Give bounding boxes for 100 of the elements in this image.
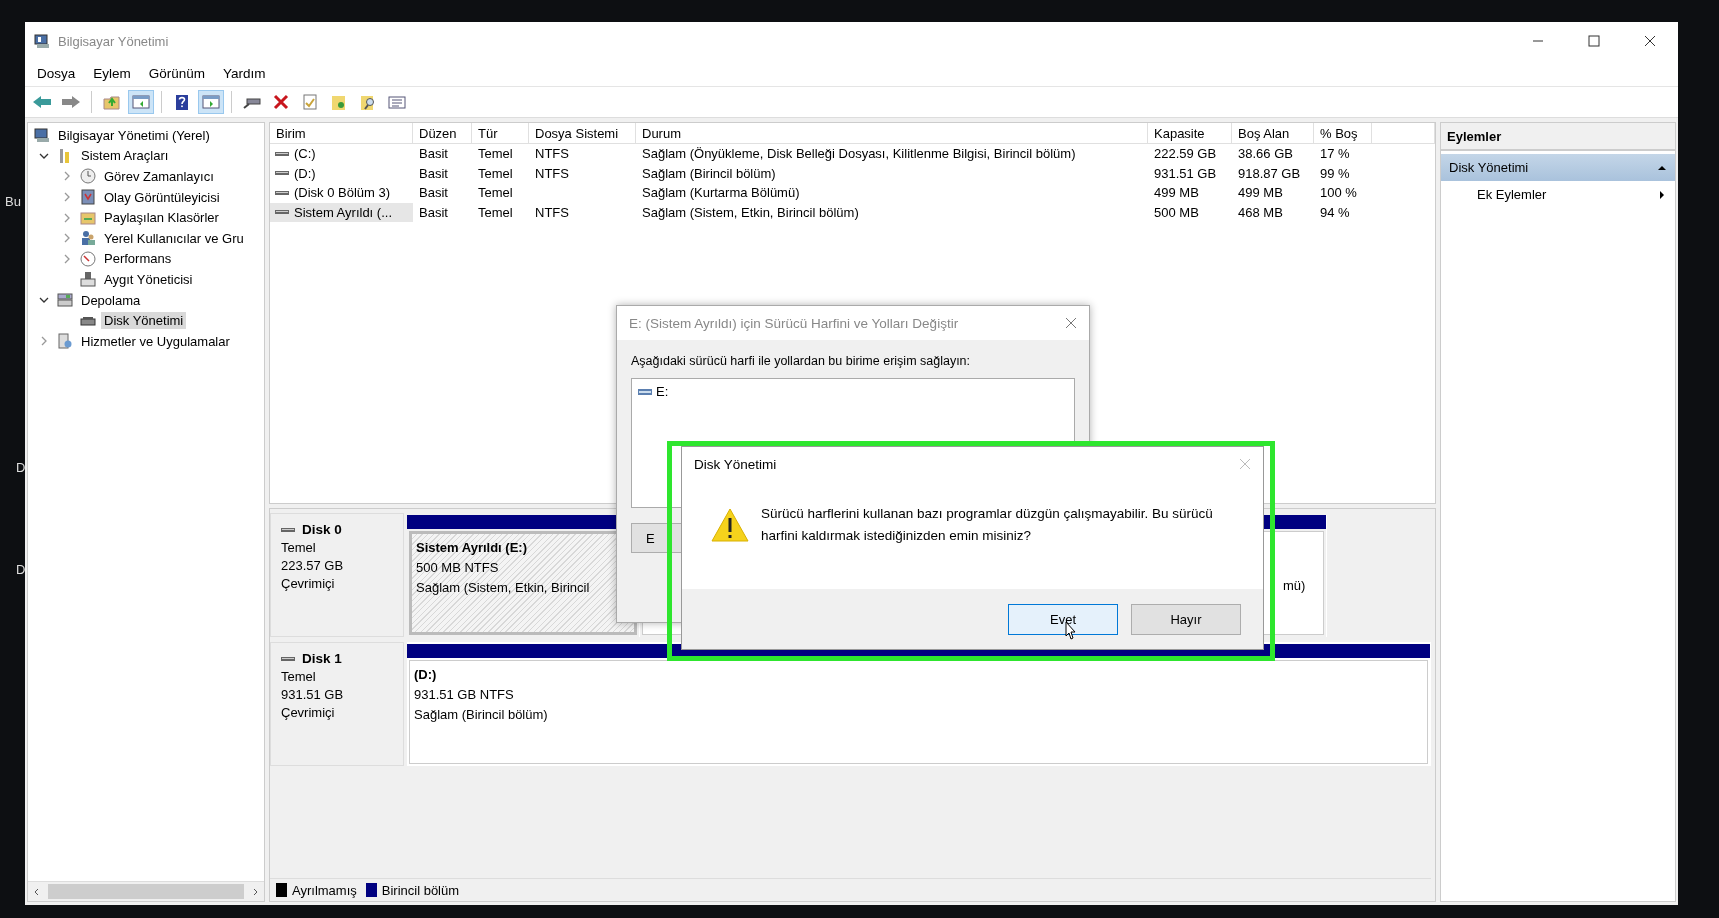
table-cell-text: Temel (477, 203, 514, 222)
tree-item[interactable]: Depolama (78, 291, 144, 309)
forward-arrow-icon (61, 94, 81, 110)
disk-name: Disk 1 (302, 651, 342, 666)
delete-icon (271, 94, 291, 110)
desktop-icon-label[interactable]: D (16, 562, 26, 577)
partition-name: (D:) (414, 667, 438, 684)
tree-item[interactable]: Aygıt Yöneticisi (101, 270, 196, 288)
table-cell-text: 931.51 GB (1153, 164, 1218, 183)
table-cell-text: Basit (418, 203, 449, 222)
disk-size: 931.51 GB (281, 687, 345, 702)
table-cell-text: 500 MB (1153, 203, 1200, 222)
table-cell-text: Basit (418, 184, 449, 202)
table-cell-text: Sağlam (Önyükleme, Disk Belleği Dosyası, Kilitlenme Bilgisi, Birincil bölüm) (641, 145, 1077, 163)
drive-icon (275, 170, 289, 177)
menu-item[interactable]: Dosya (28, 63, 85, 83)
disk-status: Çevrimiçi (281, 576, 336, 591)
shared-folder-icon (80, 209, 96, 226)
desktop-icon-label[interactable]: Bu (5, 194, 21, 209)
partition-block[interactable]: (D:) 931.51 GB NTFS Sağlam (Birincil bölüm) (409, 660, 1428, 764)
disk-type: Temel (281, 540, 317, 555)
dialog-title: Disk Yönetimi (694, 456, 777, 472)
empty-column-header (1372, 123, 1435, 144)
menu-item[interactable]: Yardım (214, 63, 275, 83)
checked-page-icon (300, 94, 320, 110)
tree-item[interactable]: Hizmetler ve Uygulamalar (78, 332, 233, 350)
table-cell-text: Temel (477, 145, 514, 163)
partition-size: 500 MB NTFS (416, 560, 500, 577)
tree-item[interactable]: Sistem Araçları (78, 147, 172, 165)
tree-item[interactable]: Görev Zamanlayıcı (101, 168, 217, 185)
desktop-icon-label[interactable]: D (16, 460, 26, 475)
table-cell-text: 38.66 GB (1237, 145, 1294, 163)
submenu-arrow-icon[interactable] (1657, 189, 1667, 200)
gauge-icon (80, 250, 96, 267)
drive-icon (275, 150, 289, 157)
folder-arrow-icon (102, 94, 122, 110)
computer-management-icon (34, 33, 50, 49)
table-cell-text: Basit (418, 145, 449, 163)
dialog-button[interactable]: Hayır (1131, 603, 1241, 635)
action-item[interactable]: Ek Eylemler (1441, 181, 1675, 208)
table-cell-text: 100 % (1319, 184, 1358, 202)
table-cell-text: Temel (477, 164, 514, 183)
drive-icon (638, 388, 652, 395)
window-title: Bilgisayar Yönetimi (58, 33, 169, 49)
table-cell-text: 222.59 GB (1153, 145, 1218, 163)
storage-icon (57, 292, 73, 309)
partition-block[interactable]: Sistem Ayrıldı (E:) 500 MB NTFS Sağlam (Sistem, Etkin, Birincil (409, 531, 637, 635)
column-header[interactable]: Düzen (413, 123, 472, 144)
column-header[interactable]: Kapasite (1148, 123, 1232, 144)
column-header[interactable]: Durum (636, 123, 1148, 144)
disk-info-panel[interactable]: Disk 0 Temel 223.57 GB Çevrimiçi (270, 513, 404, 637)
column-header[interactable]: Tür (472, 123, 529, 144)
tree-item[interactable]: Paylaşılan Klasörler (101, 209, 222, 227)
disk-size: 223.57 GB (281, 558, 345, 573)
drive-icon (281, 655, 295, 662)
table-cell-text: NTFS (534, 203, 570, 222)
table-cell-text: 918.87 GB (1237, 164, 1302, 183)
table-cell-text: Temel (477, 184, 514, 202)
device-icon (80, 271, 96, 288)
horizontal-scrollbar[interactable] (28, 881, 264, 901)
event-log-icon (80, 189, 96, 206)
table-cell-text: 499 MB (1153, 184, 1200, 202)
table-cell[interactable]: (D:) (270, 163, 413, 183)
column-header[interactable]: Birim (270, 123, 413, 144)
menu-item[interactable]: Eylem (84, 63, 140, 83)
partition-status: Sağlam (Birincil bölüm) (414, 707, 549, 724)
table-cell-text: Sağlam (Kurtarma Bölümü) (641, 184, 801, 202)
column-header[interactable]: % Boş (1314, 123, 1372, 144)
partition-name: Sistem Ayrıldı (E:) (416, 540, 528, 557)
dialog-button[interactable]: Evet (1008, 603, 1118, 635)
tree-item[interactable]: Disk Yönetimi (101, 312, 187, 330)
dialog-prompt: Aşağıdaki sürücü harfi ile yollardan bu birime erişim sağlayın: (631, 354, 972, 368)
table-cell[interactable]: (Disk 0 Bölüm 3) (270, 183, 413, 203)
actions-header: Eylemler (1441, 123, 1675, 151)
column-header[interactable]: Dosya Sistemi (529, 123, 636, 144)
users-icon (80, 230, 96, 247)
table-cell[interactable]: Sistem Ayrıldı (... (270, 202, 413, 222)
table-cell-text: 99 % (1319, 164, 1351, 183)
tree-item[interactable]: Olay Görüntüleyicisi (101, 188, 223, 206)
drive-icon (275, 209, 289, 216)
menu-item[interactable]: Görünüm (139, 63, 215, 83)
table-cell-text: 94 % (1319, 203, 1351, 222)
disk-type: Temel (281, 669, 317, 684)
column-header[interactable]: Boş Alan (1232, 123, 1314, 144)
tree-item[interactable]: Yerel Kullanıcılar ve Gru (101, 229, 247, 247)
legend-label: Ayrılmamış (292, 882, 357, 898)
tree-item[interactable]: Bilgisayar Yönetimi (Yerel) (55, 126, 213, 144)
disk-name: Disk 0 (302, 522, 342, 537)
disk-info-panel[interactable]: Disk 1 Temel 931.51 GB Çevrimiçi (270, 642, 404, 766)
action-item[interactable]: Disk Yönetimi (1441, 154, 1675, 181)
warning-icon (710, 507, 750, 543)
legend-label: Birincil bölüm (381, 882, 460, 898)
table-cell-text: Basit (418, 164, 449, 183)
services-icon (57, 333, 73, 350)
table-cell-text: 468 MB (1237, 203, 1284, 222)
table-cell[interactable]: (C:) (270, 144, 413, 164)
list-item[interactable]: E: (656, 384, 669, 399)
drive-icon (281, 526, 295, 533)
tree-item[interactable]: Performans (101, 250, 175, 268)
table-cell-text: Sağlam (Sistem, Etkin, Birincil bölüm) (641, 203, 860, 222)
